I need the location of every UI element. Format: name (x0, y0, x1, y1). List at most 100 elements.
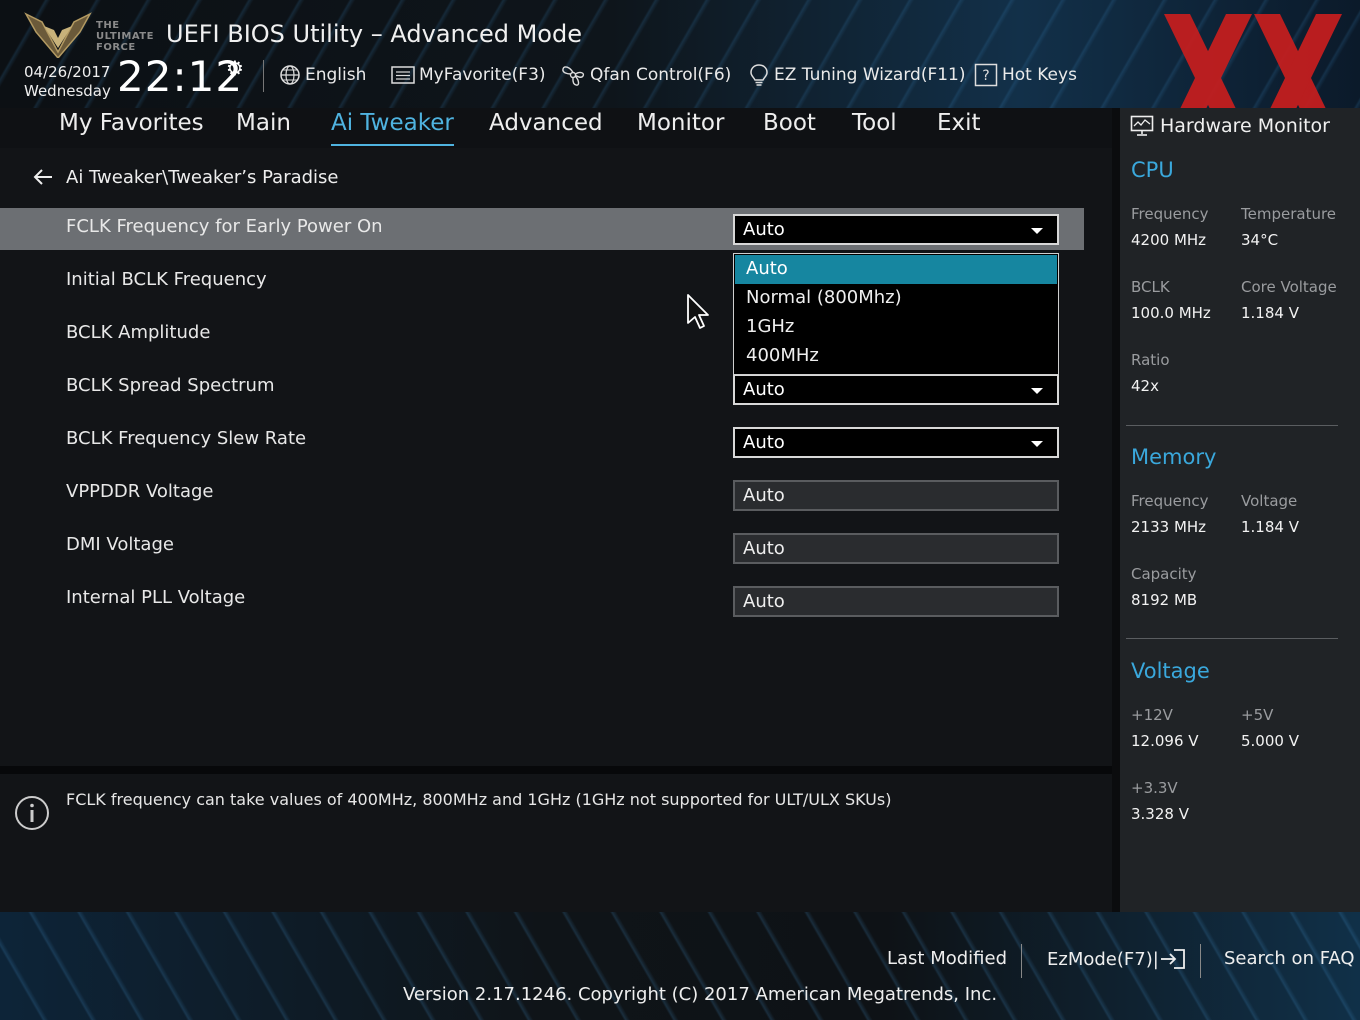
myfavorite-button[interactable]: MyFavorite(F3) (391, 62, 546, 88)
fan-icon (562, 66, 585, 86)
setting-label: BCLK Spread Spectrum (66, 375, 275, 396)
hardware-monitor-header: Hardware Monitor (1130, 112, 1330, 140)
setting-label: BCLK Frequency Slew Rate (66, 428, 307, 449)
app-title: UEFI BIOS Utility – Advanced Mode (166, 20, 582, 48)
ez-tuning-wizard-button[interactable]: EZ Tuning Wizard(F11) (748, 62, 966, 88)
tuf-shield-icon (24, 12, 92, 60)
language-label: English (305, 65, 367, 85)
info-icon (15, 796, 49, 830)
dmi-voltage-input[interactable]: Auto (733, 533, 1059, 564)
qfan-label: Qfan Control(F6) (590, 65, 732, 85)
setting-label: BCLK Amplitude (66, 322, 211, 343)
cpu-heading: CPU (1131, 158, 1174, 182)
chevron-down-icon (1031, 441, 1043, 447)
ezmode-button[interactable]: EzMode(F7)| (1047, 948, 1186, 970)
chevron-down-icon (1031, 388, 1043, 394)
memory-voltage-value: 1.184 V (1241, 518, 1299, 536)
v12-label: +12V (1131, 706, 1173, 724)
vppddr-voltage-input[interactable]: Auto (733, 480, 1059, 511)
internal-pll-voltage-input[interactable]: Auto (733, 586, 1059, 617)
cpu-temperature-value: 34°C (1241, 231, 1279, 249)
input-value: Auto (743, 538, 785, 559)
hw-divider (1126, 638, 1338, 639)
setting-label: FCLK Frequency for Early Power On (66, 216, 383, 237)
last-modified-button[interactable]: Last Modified (887, 948, 1007, 969)
tab-main[interactable]: Main (236, 110, 291, 146)
ratio-value: 42x (1131, 377, 1159, 395)
hot-keys-button[interactable]: ? Hot Keys (974, 62, 1077, 88)
core-voltage-value: 1.184 V (1241, 304, 1299, 322)
language-button[interactable]: English (279, 62, 366, 88)
search-faq-label: Search on FAQ (1224, 948, 1355, 969)
date-display: 04/26/2017 Wednesday (24, 63, 111, 101)
tab-advanced[interactable]: Advanced (489, 110, 603, 146)
dropdown-option-auto[interactable]: Auto (735, 255, 1057, 284)
tab-ai-tweaker[interactable]: Ai Tweaker (331, 110, 454, 146)
memory-voltage-label: Voltage (1241, 492, 1298, 510)
cpu-frequency-label: Frequency (1131, 205, 1209, 223)
back-arrow-icon[interactable] (32, 168, 54, 186)
tab-boot[interactable]: Boot (763, 110, 816, 146)
v12-value: 12.096 V (1131, 732, 1199, 750)
logo-brand-text: THE ULTIMATE FORCE (96, 20, 154, 53)
footer-divider (1200, 944, 1201, 978)
mouse-cursor-icon (687, 294, 709, 329)
ratio-label: Ratio (1131, 351, 1170, 369)
hardware-monitor-title: Hardware Monitor (1160, 115, 1330, 137)
info-divider (0, 766, 1112, 774)
qfan-control-button[interactable]: Qfan Control(F6) (560, 62, 731, 88)
globe-icon (280, 65, 300, 85)
memory-heading: Memory (1131, 445, 1217, 469)
v5-label: +5V (1241, 706, 1274, 724)
setting-label: Initial BCLK Frequency (66, 269, 267, 290)
cpu-frequency-value: 4200 MHz (1131, 231, 1207, 249)
bclk-slew-rate-select[interactable]: Auto (733, 427, 1059, 458)
memory-capacity-label: Capacity (1131, 565, 1197, 583)
weekday-text: Wednesday (24, 82, 111, 100)
breadcrumb-path: Ai Tweaker\Tweaker’s Paradise (66, 166, 339, 188)
bclk-spread-spectrum-select[interactable]: Auto (733, 374, 1059, 405)
chevron-down-icon (1031, 228, 1043, 234)
setting-label: Internal PLL Voltage (66, 587, 246, 608)
input-value: Auto (743, 591, 785, 612)
bclk-value: 100.0 MHz (1131, 304, 1211, 322)
input-value: Auto (743, 485, 785, 506)
setting-label: DMI Voltage (66, 534, 174, 555)
dropdown-option-normal-800mhz[interactable]: Normal (800Mhz) (735, 284, 1057, 313)
tab-my-favorites[interactable]: My Favorites (59, 110, 204, 146)
v5-value: 5.000 V (1241, 732, 1299, 750)
select-value: Auto (743, 219, 785, 240)
gear-icon[interactable]: ⚙ (226, 56, 244, 80)
footer-divider (1021, 944, 1022, 978)
hot-keys-label: Hot Keys (1002, 65, 1077, 85)
bclk-label: BCLK (1131, 278, 1170, 296)
dropdown-option-400mhz[interactable]: 400MHz (735, 342, 1057, 371)
breadcrumb: Ai Tweaker\Tweaker’s Paradise (32, 163, 339, 191)
cpu-temperature-label: Temperature (1241, 205, 1337, 223)
help-box-icon: ? (974, 63, 998, 87)
date-text: 04/26/2017 (24, 63, 111, 81)
header-divider (263, 60, 264, 92)
svg-text:?: ? (982, 68, 989, 84)
setting-label: VPPDDR Voltage (66, 481, 214, 502)
search-faq-button[interactable]: Search on FAQ (1224, 948, 1355, 969)
select-value: Auto (743, 432, 785, 453)
memory-frequency-label: Frequency (1131, 492, 1209, 510)
clock-display: 22:12 (117, 52, 244, 101)
ezmode-label: EzMode(F7)| (1047, 948, 1159, 970)
help-description: FCLK frequency can take values of 400MHz… (66, 790, 892, 809)
last-modified-label: Last Modified (887, 948, 1008, 969)
ez-tuning-label: EZ Tuning Wizard(F11) (774, 65, 966, 85)
tab-tool[interactable]: Tool (852, 110, 897, 146)
memory-capacity-value: 8192 MB (1131, 591, 1198, 609)
v33-label: +3.3V (1131, 779, 1178, 797)
memory-frequency-value: 2133 MHz (1131, 518, 1207, 536)
favorite-list-icon (391, 66, 415, 84)
fclk-frequency-select[interactable]: Auto (733, 214, 1059, 245)
tab-exit[interactable]: Exit (937, 110, 981, 146)
select-value: Auto (743, 379, 785, 400)
lightbulb-icon (750, 64, 768, 86)
dropdown-option-1ghz[interactable]: 1GHz (735, 313, 1057, 342)
voltage-heading: Voltage (1131, 659, 1210, 683)
tab-monitor[interactable]: Monitor (637, 110, 724, 146)
